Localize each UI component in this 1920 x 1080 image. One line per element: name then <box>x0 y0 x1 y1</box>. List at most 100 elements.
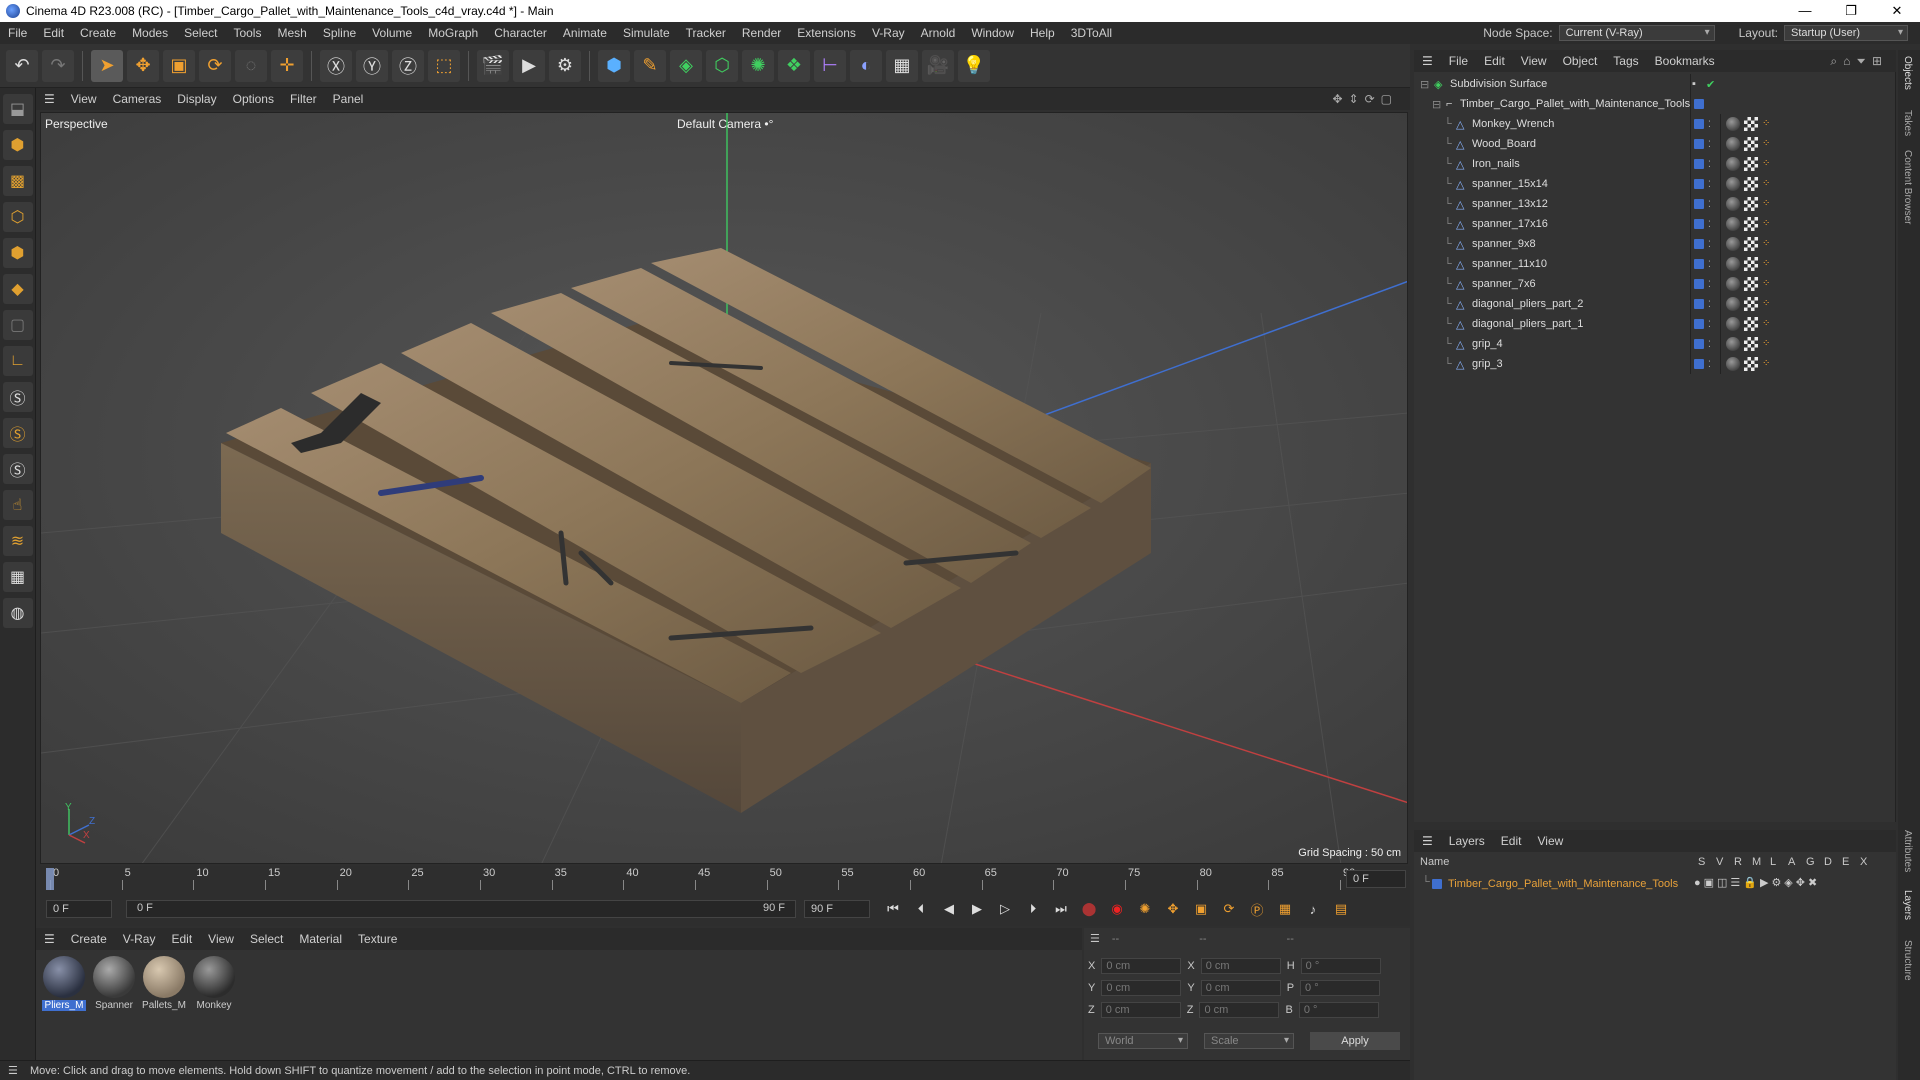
viewport-menu-view[interactable]: View <box>63 92 105 106</box>
material-tag-icon[interactable] <box>1726 337 1740 351</box>
locked-workplane-icon[interactable]: ◍ <box>2 598 33 628</box>
menu-render[interactable]: Render <box>734 26 789 40</box>
record-keys-icon[interactable]: ⬤ <box>1078 898 1100 920</box>
menu-help[interactable]: Help <box>1022 26 1063 40</box>
layers-menu-edit[interactable]: Edit <box>1493 834 1530 848</box>
vray-tag-icon[interactable]: ⁘ <box>1762 118 1772 130</box>
coord-field[interactable]: 0 ° <box>1300 958 1381 974</box>
menu-animate[interactable]: Animate <box>555 26 615 40</box>
snap-icon[interactable]: Ⓢ <box>2 382 33 412</box>
layer-row[interactable]: └ Timber_Cargo_Pallet_with_Maintenance_T… <box>1418 876 1892 894</box>
texture-tag-icon[interactable] <box>1744 117 1758 131</box>
tab-takes[interactable]: Takes <box>1902 110 1913 136</box>
scale-tool-icon[interactable]: ▣ <box>163 49 195 82</box>
tree-row-object[interactable]: └ △ spanner_7x6 ⁚ ⁘ <box>1414 274 1896 294</box>
pen-spline-icon[interactable]: ✎ <box>634 49 666 82</box>
material-tag-icon[interactable] <box>1726 257 1740 271</box>
layer-color-icon[interactable] <box>1694 119 1704 129</box>
texture-tag-icon[interactable] <box>1744 257 1758 271</box>
maximize-button[interactable]: ❐ <box>1828 0 1874 22</box>
coord-field[interactable]: 0 cm <box>1101 980 1182 996</box>
enabled-check-icon[interactable]: ✔ <box>1706 78 1715 91</box>
floor-icon[interactable]: ▦ <box>886 49 918 82</box>
viewport-camera-label[interactable]: Default Camera •° <box>677 117 773 131</box>
vray-tag-icon[interactable]: ⁘ <box>1762 178 1772 190</box>
layer-column-header[interactable]: E <box>1842 856 1849 868</box>
tree-row-object[interactable]: └ △ grip_4 ⁚ ⁘ <box>1414 334 1896 354</box>
layer-color-icon[interactable] <box>1694 299 1704 309</box>
next-key-icon[interactable]: ⏵ <box>1022 898 1044 920</box>
material-tag-icon[interactable] <box>1726 237 1740 251</box>
tree-row-object[interactable]: └ △ grip_3 ⁚ ⁘ <box>1414 354 1896 374</box>
layer-color-icon[interactable] <box>1694 339 1704 349</box>
viewport-menu-display[interactable]: Display <box>169 92 224 106</box>
layer-column-header[interactable]: X <box>1860 856 1867 868</box>
key-scale-icon[interactable]: ▣ <box>1190 898 1212 920</box>
texture-tag-icon[interactable] <box>1744 297 1758 311</box>
visibility-dots-icon[interactable]: ⁚ <box>1708 259 1711 270</box>
tree-row-object[interactable]: └ △ Monkey_Wrench ⁚ ⁘ <box>1414 114 1896 134</box>
tree-row-object[interactable]: └ △ spanner_11x10 ⁚ ⁘ <box>1414 254 1896 274</box>
object-menu-edit[interactable]: Edit <box>1476 54 1513 68</box>
material-tag-icon[interactable] <box>1726 197 1740 211</box>
tree-expand-icon[interactable]: ⊟ <box>1432 98 1441 111</box>
menu-create[interactable]: Create <box>72 26 124 40</box>
material-tag-icon[interactable] <box>1726 357 1740 371</box>
tree-row-object[interactable]: └ △ diagonal_pliers_part_2 ⁚ ⁘ <box>1414 294 1896 314</box>
points-mode-icon[interactable]: ⬡ <box>2 202 33 232</box>
coord-field[interactable]: 0 cm <box>1199 1002 1280 1018</box>
visibility-dots-icon[interactable]: ⁚ <box>1708 159 1711 170</box>
visibility-dots-icon[interactable]: ⁚ <box>1708 119 1711 130</box>
menu-edit[interactable]: Edit <box>35 26 72 40</box>
keyframe-selection-icon[interactable]: ✺ <box>1134 898 1156 920</box>
texture-tag-icon[interactable] <box>1744 237 1758 251</box>
layer-color-icon[interactable] <box>1694 159 1704 169</box>
tree-row-object[interactable]: └ △ spanner_13x12 ⁚ ⁘ <box>1414 194 1896 214</box>
menu-arnold[interactable]: Arnold <box>913 26 964 40</box>
menu-spline[interactable]: Spline <box>315 26 364 40</box>
layer-color-icon[interactable] <box>1694 319 1704 329</box>
texture-tag-icon[interactable] <box>1744 157 1758 171</box>
material-menu-texture[interactable]: Texture <box>350 932 405 946</box>
tree-row-group[interactable]: ⊟ ⌐ Timber_Cargo_Pallet_with_Maintenance… <box>1414 94 1896 114</box>
extrude-generator-icon[interactable]: ⬡ <box>706 49 738 82</box>
vray-tag-icon[interactable]: ⁘ <box>1762 198 1772 210</box>
coord-field[interactable]: 0 cm <box>1100 1002 1181 1018</box>
material-tag-icon[interactable] <box>1726 137 1740 151</box>
close-button[interactable]: ✕ <box>1874 0 1920 22</box>
visibility-dots-icon[interactable]: ⁚ <box>1708 179 1711 190</box>
layer-color-icon[interactable] <box>1432 879 1442 889</box>
material-menu-view[interactable]: View <box>200 932 242 946</box>
autokey-icon[interactable]: ◉ <box>1106 898 1128 920</box>
material-menu-edit[interactable]: Edit <box>163 932 200 946</box>
layer-column-header[interactable]: L <box>1770 856 1776 868</box>
layout-select[interactable]: Startup (User) <box>1784 25 1908 41</box>
layers-menu-view[interactable]: View <box>1529 834 1571 848</box>
key-rotation-icon[interactable]: ⟳ <box>1218 898 1240 920</box>
menu-modes[interactable]: Modes <box>124 26 176 40</box>
tweak-mode-icon[interactable]: ☝ <box>2 490 33 520</box>
material-tag-icon[interactable] <box>1726 177 1740 191</box>
node-space-select[interactable]: Current (V-Ray) <box>1558 25 1715 41</box>
menu-mograph[interactable]: MoGraph <box>420 26 486 40</box>
tab-structure[interactable]: Structure <box>1902 940 1913 981</box>
tab-attributes[interactable]: Attributes <box>1902 830 1913 872</box>
motion-system-icon[interactable]: ♪ <box>1302 898 1324 920</box>
object-menu-file[interactable]: File <box>1441 54 1476 68</box>
visibility-dots-icon[interactable]: ⁚ <box>1708 299 1711 310</box>
layer-color-icon[interactable] <box>1694 219 1704 229</box>
material-swatch[interactable]: Pallets_M <box>142 956 186 1011</box>
coord-field[interactable]: 0 ° <box>1298 1002 1379 1018</box>
key-pla-icon[interactable]: ▦ <box>1274 898 1296 920</box>
render-region-icon[interactable]: 🎬 <box>477 49 509 82</box>
material-menu-select[interactable]: Select <box>242 932 291 946</box>
goto-end-icon[interactable]: ⏭ <box>1050 898 1072 920</box>
end-frame-field[interactable]: 90 F <box>804 900 870 918</box>
vray-tag-icon[interactable]: ⁘ <box>1762 298 1772 310</box>
tree-row-root[interactable]: ⊟ ◈ Subdivision Surface ▪ ✔ <box>1414 74 1896 94</box>
layer-name[interactable]: Timber_Cargo_Pallet_with_Maintenance_Too… <box>1448 878 1678 890</box>
visibility-dots-icon[interactable]: ⁚ <box>1708 219 1711 230</box>
material-swatch[interactable]: Monkey <box>192 956 236 1011</box>
menu-window[interactable]: Window <box>963 26 1022 40</box>
vray-tag-icon[interactable]: ⁘ <box>1762 238 1772 250</box>
